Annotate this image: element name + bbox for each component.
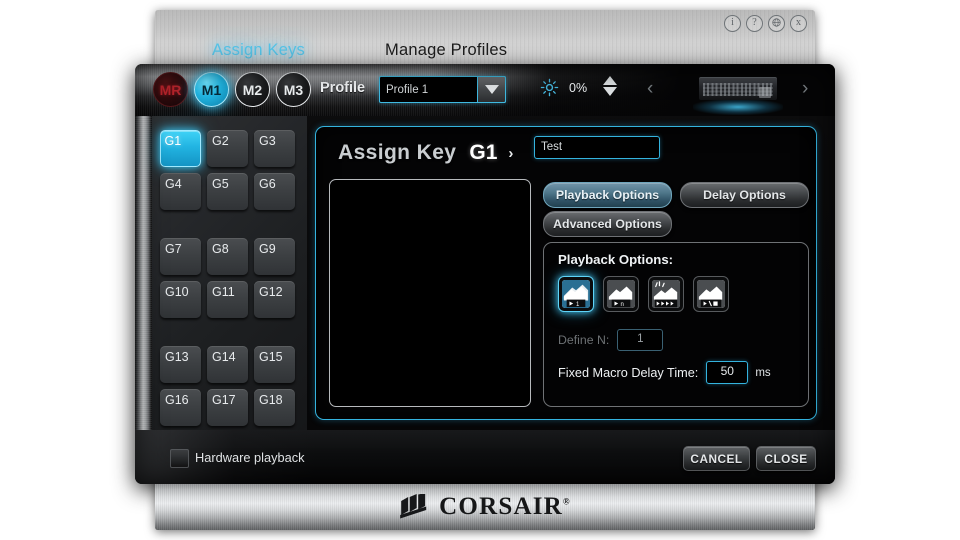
- dialog-footer: Hardware playback CANCEL CLOSE: [135, 430, 835, 484]
- g-key-row: G10 G11 G12: [160, 281, 300, 318]
- left-metal-strip: [135, 116, 152, 430]
- corsair-logo: CORSAIR®: [399, 493, 571, 521]
- m3-mode-button[interactable]: M3: [276, 72, 311, 107]
- play-n-times-icon[interactable]: n: [603, 276, 639, 312]
- g-key-g7[interactable]: G7: [160, 238, 201, 275]
- g-key-group-3: G13 G14 G15 G16 G17 G18: [160, 346, 300, 432]
- g-key-g8[interactable]: G8: [207, 238, 248, 275]
- chevron-right-icon: ›: [508, 144, 514, 162]
- g-key-g18[interactable]: G18: [254, 389, 295, 426]
- stepper-down-icon[interactable]: [603, 87, 617, 96]
- tab-advanced-options[interactable]: Advanced Options: [543, 211, 672, 237]
- keyboard-body: [699, 77, 777, 100]
- web-icon[interactable]: [768, 15, 785, 32]
- tab-assign-keys[interactable]: Assign Keys: [182, 25, 342, 81]
- sun-icon[interactable]: [540, 78, 559, 102]
- dialog-body: G1 G2 G3 G4 G5 G6 G7 G8 G9 G10 G11 G12 G…: [135, 116, 835, 430]
- next-device-arrow[interactable]: ›: [802, 78, 808, 100]
- playback-options-title: Playback Options:: [558, 252, 674, 267]
- profile-selected-value: Profile 1: [386, 83, 429, 96]
- assigned-key-label: G1: [469, 141, 498, 164]
- brightness-stepper[interactable]: [603, 76, 617, 96]
- g-key-g17[interactable]: G17: [207, 389, 248, 426]
- m1-mode-button[interactable]: M1: [194, 72, 229, 107]
- g-key-g1[interactable]: G1: [160, 130, 201, 167]
- tab-playback-options[interactable]: Playback Options: [543, 182, 672, 208]
- brightness-value: 0%: [569, 81, 588, 95]
- profile-dropdown[interactable]: Profile 1: [379, 76, 506, 103]
- g-key-g9[interactable]: G9: [254, 238, 295, 275]
- close-button[interactable]: CLOSE: [756, 446, 816, 471]
- stepper-up-icon[interactable]: [603, 76, 617, 85]
- close-icon[interactable]: x: [790, 15, 807, 32]
- hardware-playback-checkbox[interactable]: [170, 449, 189, 468]
- corsair-sails-icon: [400, 494, 427, 519]
- g-key-g2[interactable]: G2: [207, 130, 248, 167]
- fixed-delay-row: Fixed Macro Delay Time: 50 ms: [558, 361, 771, 384]
- g-key-g10[interactable]: G10: [160, 281, 201, 318]
- g-key-g12[interactable]: G12: [254, 281, 295, 318]
- keyboard-icon[interactable]: [693, 73, 783, 115]
- g-key-g6[interactable]: G6: [254, 173, 295, 210]
- title-bar: i ? x Assign Keys Manage Profiles: [155, 10, 815, 81]
- mr-record-button[interactable]: MR: [153, 72, 188, 107]
- playback-mode-group: 1 n: [558, 276, 729, 312]
- g-key-g11[interactable]: G11: [207, 281, 248, 318]
- g-key-g13[interactable]: G13: [160, 346, 201, 383]
- define-n-label: Define N:: [558, 333, 610, 347]
- g-key-g14[interactable]: G14: [207, 346, 248, 383]
- fixed-delay-input[interactable]: 50: [706, 361, 749, 384]
- keyboard-underglow: [693, 99, 783, 115]
- macro-name-input[interactable]: Test: [534, 136, 660, 159]
- svg-text:n: n: [621, 302, 624, 308]
- tab-delay-options[interactable]: Delay Options: [680, 182, 809, 208]
- g-key-g16[interactable]: G16: [160, 389, 201, 426]
- g-key-row: G16 G17 G18: [160, 389, 300, 426]
- g-key-group-1: G1 G2 G3 G4 G5 G6: [160, 130, 300, 216]
- g-key-row: G13 G14 G15: [160, 346, 300, 383]
- cancel-button[interactable]: CANCEL: [683, 446, 750, 471]
- assign-key-content-pane: Assign Key G1 › Test Playback Options De…: [315, 126, 817, 420]
- keyboard-numpad: [759, 87, 771, 98]
- prev-device-arrow[interactable]: ‹: [647, 78, 653, 100]
- app-root: i ? x Assign Keys Manage Profiles MR M1 …: [0, 0, 960, 540]
- assign-key-dialog: MR M1 M2 M3 Profile Profile 1 0% ‹ › G1 …: [135, 64, 835, 484]
- g-key-row: G1 G2 G3: [160, 130, 300, 167]
- toolbar: MR M1 M2 M3 Profile Profile 1 0% ‹ ›: [135, 64, 835, 116]
- hardware-playback-label: Hardware playback: [195, 450, 305, 465]
- window-controls: i ? x: [724, 15, 807, 32]
- macro-event-list[interactable]: [329, 179, 531, 407]
- toggle-play-stop-icon[interactable]: [693, 276, 729, 312]
- play-while-held-icon[interactable]: [648, 276, 684, 312]
- registered-mark: ®: [562, 496, 571, 507]
- page-title: Assign Key: [338, 141, 457, 164]
- m2-mode-button[interactable]: M2: [235, 72, 270, 107]
- mode-button-group: MR M1 M2 M3: [153, 72, 311, 107]
- brand-bar: CORSAIR®: [155, 484, 815, 530]
- chevron-down-icon[interactable]: [477, 76, 506, 103]
- g-key-g5[interactable]: G5: [207, 173, 248, 210]
- brand-name: CORSAIR®: [439, 493, 571, 520]
- g-key-g4[interactable]: G4: [160, 173, 201, 210]
- fixed-delay-label: Fixed Macro Delay Time:: [558, 365, 699, 380]
- g-key-row: G7 G8 G9: [160, 238, 300, 275]
- tab-manage-profiles[interactable]: Manage Profiles: [385, 41, 507, 60]
- define-n-row: Define N: 1: [558, 329, 664, 351]
- g-key-g3[interactable]: G3: [254, 130, 295, 167]
- g-key-group-2: G7 G8 G9 G10 G11 G12: [160, 238, 300, 324]
- g-key-panel: G1 G2 G3 G4 G5 G6 G7 G8 G9 G10 G11 G12 G…: [152, 116, 307, 430]
- playback-options-panel: Playback Options: 1 n Define N: 1 Fixed …: [543, 242, 809, 407]
- assign-key-header: Assign Key G1 ›: [338, 141, 513, 165]
- help-icon[interactable]: ?: [746, 15, 763, 32]
- define-n-input[interactable]: 1: [617, 329, 664, 351]
- play-once-icon[interactable]: 1: [558, 276, 594, 312]
- profile-label: Profile: [320, 80, 366, 96]
- info-icon[interactable]: i: [724, 15, 741, 32]
- g-key-row: G4 G5 G6: [160, 173, 300, 210]
- g-key-g15[interactable]: G15: [254, 346, 295, 383]
- fixed-delay-unit: ms: [755, 366, 771, 379]
